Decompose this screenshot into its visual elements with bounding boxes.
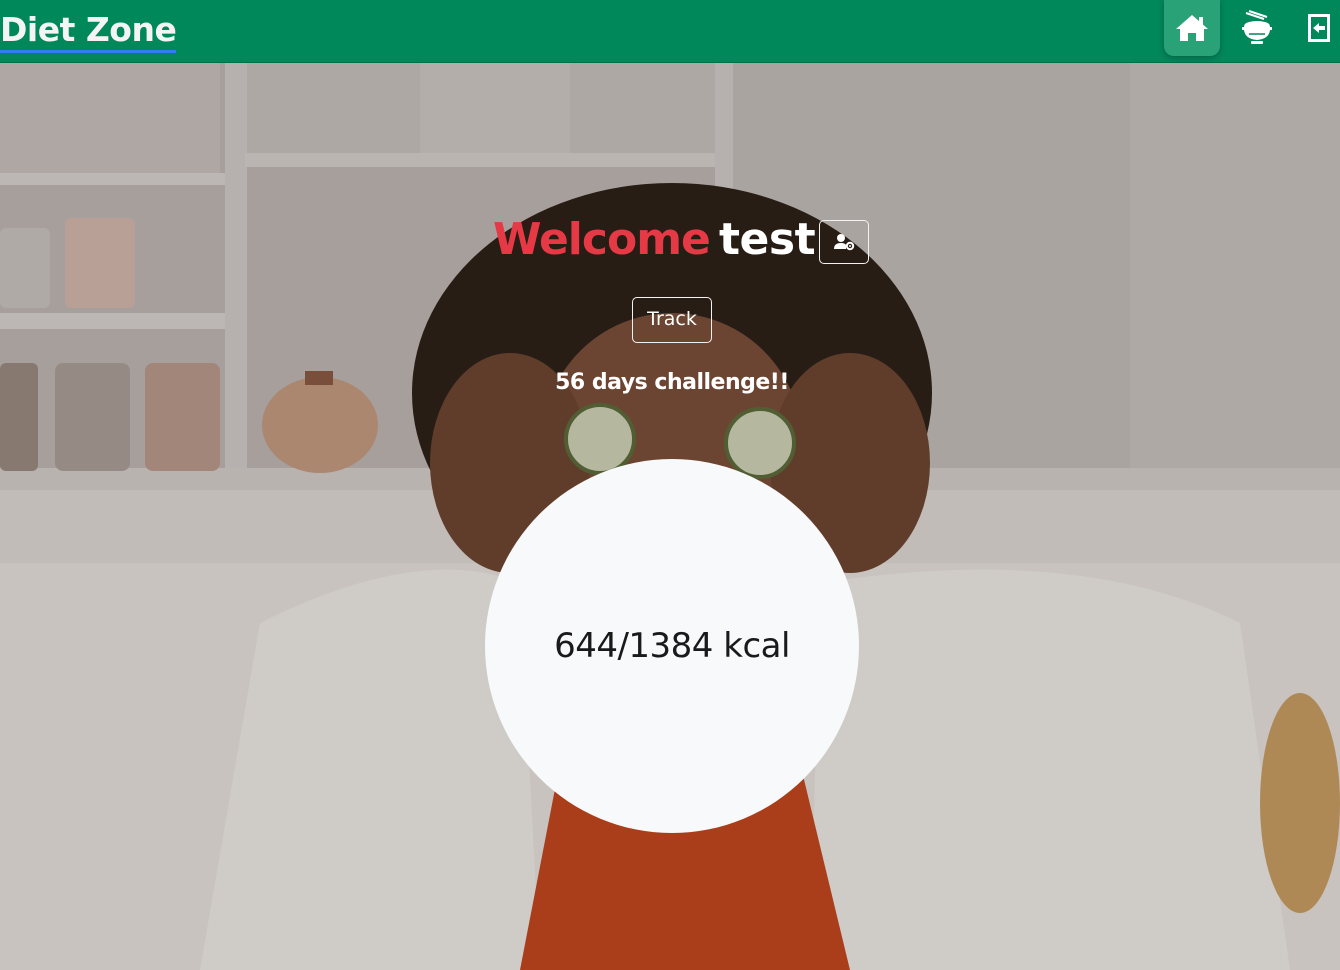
calorie-progress-circle: 644/1384 kcal [485,459,859,833]
nav-home-button[interactable] [1164,0,1220,56]
challenge-text: 56 days challenge!! [555,370,789,395]
user-settings-icon [834,234,855,251]
welcome-heading: Welcome [493,214,711,265]
food-bowl-icon [1242,10,1272,44]
welcome-row: Welcome test [0,212,1340,268]
brand-logo-link[interactable]: Diet Zone [0,10,177,53]
nav-meals-button[interactable] [1230,0,1284,56]
track-button[interactable]: Track [632,297,712,343]
top-navbar: Diet Zone [0,0,1340,63]
nav-logout-button[interactable] [1296,0,1340,56]
logout-icon [1308,14,1330,42]
profile-settings-button[interactable] [819,220,869,264]
calorie-readout: 644/1384 kcal [554,626,790,666]
home-icon [1176,15,1208,41]
user-name: test [719,214,816,265]
